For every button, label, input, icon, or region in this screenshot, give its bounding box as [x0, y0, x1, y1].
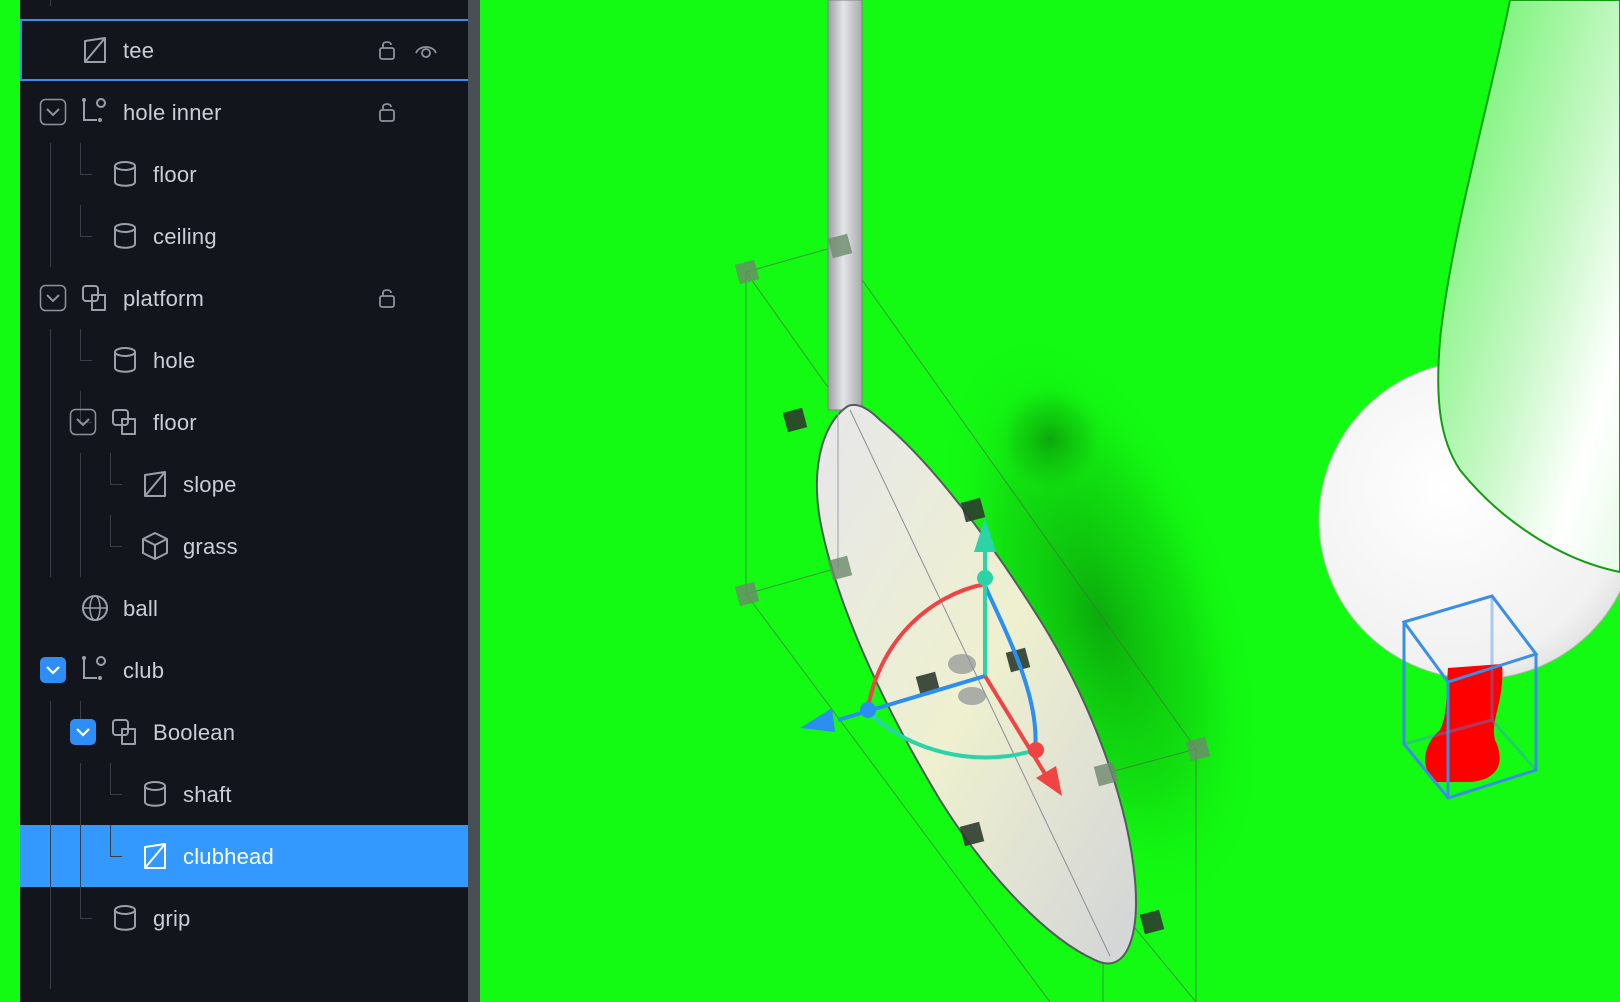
tree-guide-line: [110, 546, 122, 547]
outliner-panel: tee hole inner floor ceiling platform hole flo…: [20, 0, 480, 1002]
outliner-item-label: Boolean: [153, 720, 236, 745]
outliner-item[interactable]: ball: [20, 577, 480, 639]
outliner-item-label: hole inner: [123, 100, 222, 125]
tree-guide-line: [80, 825, 81, 887]
chevron-down-icon[interactable]: [68, 407, 98, 437]
outliner-item[interactable]: slope: [20, 453, 480, 515]
tree-guide-line: [50, 949, 51, 989]
tree-guide-line: [50, 887, 51, 949]
cylinder-icon: [138, 777, 172, 811]
tree-guide-line: [50, 329, 51, 391]
tree-guide-line: [110, 515, 111, 546]
tree-guide-line: [80, 453, 81, 515]
group-icon: [78, 653, 112, 687]
cube-icon: [138, 529, 172, 563]
tree-guide-line: [110, 763, 111, 794]
tree-guide-line: [80, 360, 92, 361]
tree-guide-line: [80, 143, 81, 174]
outliner-item[interactable]: hole: [20, 329, 480, 391]
tree-guide-line: [80, 515, 81, 577]
tree-guide-line: [80, 205, 81, 236]
cylinder-icon: [108, 343, 142, 377]
outliner-item-label: ball: [123, 596, 159, 621]
face-icon: [138, 839, 172, 873]
outliner-item[interactable]: hole inner: [20, 81, 480, 143]
tree-guide-line: [110, 856, 122, 857]
outliner-item-label: hole: [153, 348, 196, 373]
tree-guide-line: [110, 794, 122, 795]
chevron-down-icon[interactable]: [38, 97, 68, 127]
tree-guide-line: [80, 918, 92, 919]
tree-guide-line: [50, 391, 51, 453]
tree-guide-line: [50, 825, 51, 887]
outliner-item-label: grass: [183, 534, 238, 559]
boolean-icon: [108, 405, 142, 439]
face-icon: [78, 33, 112, 67]
cylinder-icon: [108, 157, 142, 191]
club-shaft[interactable]: [827, 0, 863, 411]
outliner-item-label: shaft: [183, 782, 232, 807]
tree-guide-line: [50, 205, 51, 267]
tree-guide-line: [80, 174, 92, 175]
group-icon: [78, 95, 112, 129]
tree-guide-line: [80, 329, 81, 360]
tree-guide-line: [50, 515, 51, 577]
outliner-item-label: grip: [153, 906, 191, 931]
outliner-item-label: slope: [183, 472, 237, 497]
tree-guide-line: [50, 0, 51, 6]
outliner-item-label: tee: [123, 38, 155, 63]
cylinder-icon: [108, 219, 142, 253]
lock-icon[interactable]: [374, 37, 400, 63]
tree-guide-line: [50, 143, 51, 205]
cylinder-icon: [108, 901, 142, 935]
tree-guide-line: [110, 825, 111, 856]
outliner-item[interactable]: club: [20, 639, 480, 701]
tree-guide-line: [110, 453, 111, 484]
lock-icon[interactable]: [374, 99, 400, 125]
sphere-icon: [78, 591, 112, 625]
tree-guide-line: [80, 763, 81, 825]
outliner-item[interactable]: ceiling: [20, 205, 480, 267]
ground-shadow-small: [990, 380, 1110, 500]
face-icon: [138, 467, 172, 501]
outliner-item[interactable]: grip: [20, 887, 480, 949]
outliner-item-label: club: [123, 658, 165, 683]
outliner-item[interactable]: floor: [20, 143, 480, 205]
outliner-item-label: floor: [153, 410, 197, 435]
tree-guide-line: [80, 887, 81, 918]
tree-guide-line: [50, 701, 51, 763]
tree-guide-line: [50, 453, 51, 515]
outliner-item[interactable]: floor: [20, 391, 480, 453]
outliner-scrollbar[interactable]: [468, 0, 480, 1002]
tree-guide-line: [50, 763, 51, 825]
outliner-item[interactable]: grass: [20, 515, 480, 577]
expand-toggle-checked-icon[interactable]: [38, 655, 68, 685]
outliner-item[interactable]: Boolean: [20, 701, 480, 763]
lock-icon[interactable]: [374, 285, 400, 311]
boolean-icon: [78, 281, 112, 315]
outliner-item[interactable]: shaft: [20, 763, 480, 825]
outliner-item[interactable]: platform: [20, 267, 480, 329]
expand-toggle-checked-icon[interactable]: [68, 717, 98, 747]
tree-guide-line: [110, 484, 122, 485]
chevron-down-icon[interactable]: [38, 283, 68, 313]
tree-guide-line: [80, 236, 92, 237]
visibility-icon[interactable]: [413, 37, 439, 63]
outliner-item[interactable]: clubhead: [20, 825, 480, 887]
outliner-item-label: clubhead: [183, 844, 274, 869]
outliner-item-label: ceiling: [153, 224, 217, 249]
boolean-icon: [108, 715, 142, 749]
outliner-item-label: platform: [123, 286, 205, 311]
outliner-item-label: floor: [153, 162, 197, 187]
outliner-item[interactable]: tee: [20, 19, 480, 81]
